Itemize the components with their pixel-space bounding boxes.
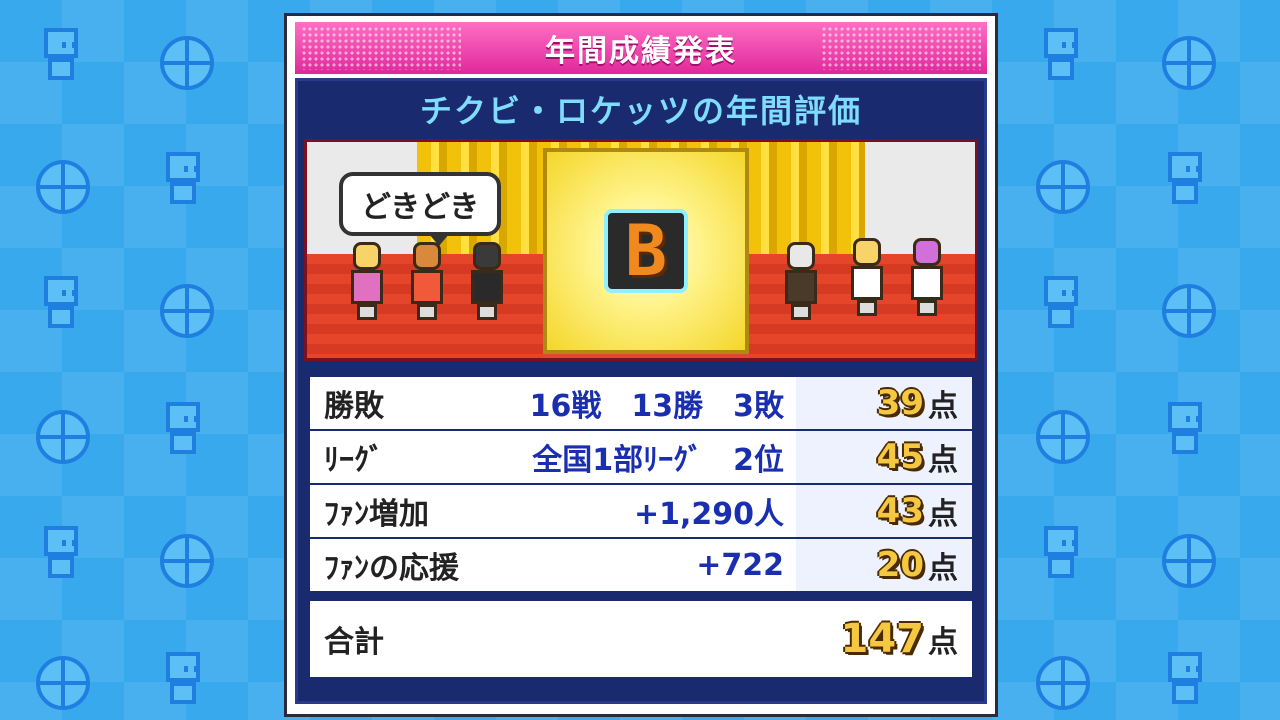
result-row-fan-support: ﾌｧﾝの応援 +722 20 点	[310, 539, 972, 591]
score-number: 39	[876, 383, 924, 423]
robot-mascot-icon	[40, 28, 80, 84]
robot-mascot-icon	[1164, 402, 1204, 458]
row-label: ﾌｧﾝの応援	[324, 551, 459, 586]
row-label: 勝敗	[324, 389, 384, 424]
basketball-icon	[160, 36, 214, 90]
speech-bubble: どきどき	[339, 172, 502, 246]
row-label: ﾌｧﾝ増加	[324, 497, 429, 532]
robot-mascot-icon	[1164, 652, 1204, 708]
player-character	[347, 242, 387, 322]
score-unit: 点	[928, 389, 958, 424]
score-number: 20	[876, 545, 924, 585]
basketball-icon	[36, 160, 90, 214]
title-bar: 年間成績発表	[295, 22, 987, 74]
award-stage-scene: どきどき B	[304, 139, 978, 361]
robot-mascot-icon	[1040, 526, 1080, 582]
row-value: +1,290人	[633, 497, 784, 532]
basketball-icon	[1036, 160, 1090, 214]
basketball-icon	[1036, 656, 1090, 710]
basketball-icon	[1162, 284, 1216, 338]
result-row-league: ﾘｰｸﾞ 全国1部ﾘｰｸﾞ 2位 45 点	[310, 431, 972, 483]
team-evaluation-title: チクビ・ロケッツの年間評価	[419, 92, 862, 130]
score-unit: 点	[928, 443, 958, 478]
robot-mascot-icon	[40, 276, 80, 332]
row-value: 16戦 13勝 3敗	[529, 389, 784, 424]
coach-character	[781, 242, 821, 322]
result-row-win-loss: 勝敗 16戦 13勝 3敗 39 点	[310, 377, 972, 429]
row-value: +722	[696, 547, 784, 583]
robot-mascot-icon	[1040, 276, 1080, 332]
row-score: 43 点	[796, 485, 972, 537]
player-character	[407, 242, 447, 322]
cheerleader-character	[907, 238, 947, 318]
result-row-total: 合計 147 点	[310, 601, 972, 677]
grade-letter: B	[604, 209, 688, 293]
score-number: 43	[876, 491, 924, 531]
robot-mascot-icon	[162, 402, 202, 458]
results-table: 勝敗 16戦 13勝 3敗 39 点 ﾘｰｸﾞ 全国1部ﾘｰｸﾞ 2位 45 点…	[304, 369, 978, 687]
basketball-icon	[36, 410, 90, 464]
evaluation-panel: チクビ・ロケッツの年間評価 どきどき B 勝敗 16戦 13勝 3敗 39 点 …	[295, 78, 987, 704]
row-label: ﾘｰｸﾞ	[324, 443, 384, 478]
total-score: 147 点	[796, 601, 972, 677]
score-unit: 点	[928, 625, 958, 660]
grade-card: B	[543, 148, 749, 354]
robot-mascot-icon	[162, 152, 202, 208]
row-score: 45 点	[796, 431, 972, 483]
basketball-icon	[160, 284, 214, 338]
result-row-fan-increase: ﾌｧﾝ増加 +1,290人 43 点	[310, 485, 972, 537]
robot-mascot-icon	[1040, 28, 1080, 84]
robot-mascot-icon	[162, 652, 202, 708]
row-score: 20 点	[796, 539, 972, 591]
score-number: 45	[876, 437, 924, 477]
dialog-title: 年間成績発表	[545, 34, 737, 69]
robot-mascot-icon	[1164, 152, 1204, 208]
score-unit: 点	[928, 497, 958, 532]
annual-results-dialog: 年間成績発表 チクビ・ロケッツの年間評価 どきどき B 勝敗 16戦 13勝 3…	[284, 13, 998, 717]
cheerleader-character	[847, 238, 887, 318]
row-score: 39 点	[796, 377, 972, 429]
basketball-icon	[36, 656, 90, 710]
score-unit: 点	[928, 551, 958, 586]
basketball-icon	[1036, 410, 1090, 464]
robot-mascot-icon	[40, 526, 80, 582]
basketball-icon	[1162, 534, 1216, 588]
row-value: 全国1部ﾘｰｸﾞ 2位	[532, 443, 784, 478]
player-character	[467, 242, 507, 322]
total-label: 合計	[324, 625, 384, 660]
basketball-icon	[160, 534, 214, 588]
total-score-number: 147	[840, 616, 925, 662]
basketball-icon	[1162, 36, 1216, 90]
